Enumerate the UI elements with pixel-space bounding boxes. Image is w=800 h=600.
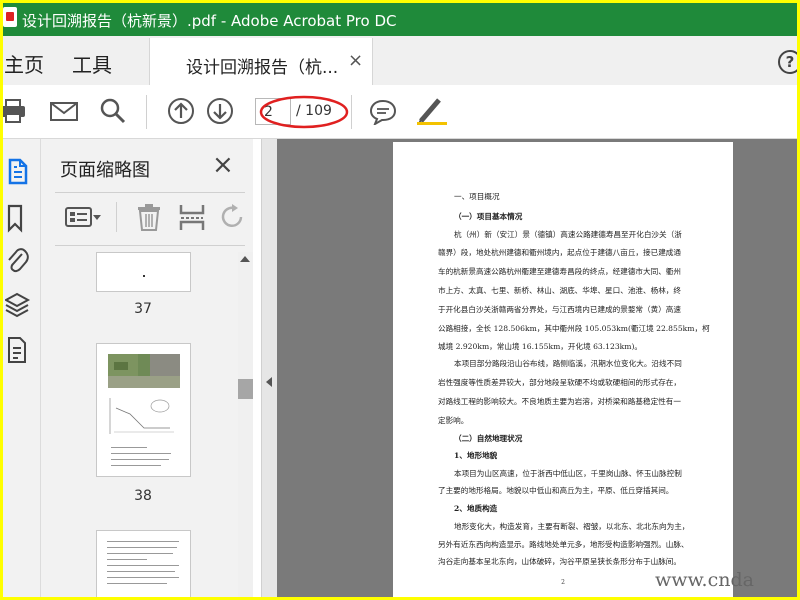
document-page: 一、项目概况 （一）项目基本情况 杭（州）新（安江）景（德镇）高速公路建德寿昌至… [393, 142, 733, 597]
page-total: / 109 [296, 103, 332, 119]
thumbnail-cross-section-diagram [109, 398, 174, 434]
page-number-input[interactable] [256, 99, 290, 124]
collapse-arrow-icon[interactable] [266, 377, 272, 387]
panel-divider [55, 192, 245, 193]
panel-collapse-handle[interactable] [261, 139, 277, 597]
toolbar: / 109 [3, 85, 797, 139]
thumbnail-text-line [107, 547, 177, 548]
crop-icon[interactable] [178, 202, 206, 232]
navigation-rail [3, 139, 41, 597]
comment-icon[interactable] [368, 97, 398, 125]
document-text-line: 于开化县白沙关浙赣两省分界处，与江西境内已建成的景婺常（黄）高速 [438, 305, 681, 314]
layers-icon[interactable] [5, 291, 31, 321]
document-text-line: 城境 2.920km，常山境 16.155km，开化境 63.123km)。 [438, 342, 643, 351]
document-tab-label: 设计回溯报告（杭... [186, 58, 339, 78]
thumbnail-text-line [111, 459, 169, 460]
help-icon[interactable]: ? [778, 50, 797, 74]
document-text-line: 对路线工程的影响较大。不良地质主要为岩溶，对桥梁和路基稳定性有一 [438, 397, 681, 406]
document-text-line: 赣界）段，地处杭州建德和衢州境内，起点位于建德八亩丘，接已建成通 [438, 248, 681, 257]
thumbnail-photo [108, 354, 180, 388]
document-text-line: 本项目部分路段沿山谷布线，路侧临溪，汛期水位变化大。沿线不同 [454, 359, 682, 368]
document-text-line: 本项目为山区高速，位于浙西中低山区，千里岗山脉、怀玉山脉控制 [454, 469, 682, 478]
thumbnail-mark [143, 275, 145, 277]
page-thumbnail-label: 38 [134, 488, 152, 504]
tab-bar: 主页 工具 设计回溯报告（杭... × ? [3, 36, 797, 86]
scrollbar-thumb[interactable] [238, 379, 253, 399]
watermark-text: www.cnda [655, 569, 754, 591]
page-thumbnail-38[interactable] [96, 343, 191, 477]
thumbnail-text-line [107, 577, 179, 578]
rotate-icon[interactable] [219, 202, 247, 232]
document-text-line: 地形变化大，构造发育，主要有断裂、褶皱，以北东、北北东向为主， [454, 522, 690, 531]
toolbar-separator [146, 95, 147, 129]
next-page-icon[interactable] [206, 97, 234, 125]
email-icon[interactable] [49, 97, 79, 125]
tab-tools[interactable]: 工具 [72, 49, 112, 78]
document-subheading: 2、地质构造 [454, 504, 498, 513]
acrobat-logo-icon [3, 7, 17, 27]
thumbnail-text-line [107, 553, 173, 554]
document-subheading: （二）自然地理状况 [454, 434, 523, 443]
thumbnail-text-line [111, 447, 147, 448]
thumbnail-options-icon[interactable] [63, 202, 103, 232]
close-tab-icon[interactable]: × [348, 50, 363, 71]
page-thumbnail-label: 37 [134, 301, 152, 317]
close-panel-icon[interactable]: × [212, 152, 234, 178]
document-text-line: 车的杭新景高速公路杭州衢建至建德寿昌段的终点，经建德市大同、衢州 [438, 267, 681, 276]
thumbnail-text-line [107, 565, 179, 566]
document-subheading: 1、地形地貌 [454, 451, 498, 460]
document-properties-icon[interactable] [5, 335, 29, 365]
tab-home[interactable]: 主页 [4, 49, 44, 78]
thumbnail-scrollbar[interactable] [238, 252, 253, 597]
document-text-line: 了主要的地形格局。地貌以中低山和高丘为主，平原、低丘穿插其间。 [438, 486, 674, 495]
document-text-line: 岩性强度等性质差异较大，部分地段呈软硬不均或软硬相间的形式存在， [438, 378, 681, 387]
search-icon[interactable] [99, 97, 127, 125]
panel-separator [116, 202, 117, 232]
page-thumbnail-37[interactable] [96, 252, 191, 292]
document-subheading: （一）项目基本情况 [454, 212, 523, 221]
bookmark-icon[interactable] [5, 203, 27, 233]
page-thumbnails-panel: 页面缩略图 × 37 38 [41, 139, 253, 597]
thumbnail-text-line [107, 583, 167, 584]
thumbnail-text-line [111, 465, 161, 466]
document-text-line: 另外有近东西向构造显示。路线地处单元多，地形受构造影响强烈。山脉、 [438, 540, 689, 549]
attachment-icon[interactable] [5, 245, 29, 275]
thumbnail-text-line [111, 453, 171, 454]
thumbnail-list: 37 38 [41, 252, 238, 597]
page-thumbnail-39[interactable] [96, 530, 191, 597]
document-text-line: 定影响。 [438, 416, 469, 425]
document-heading: 一、项目概况 [454, 192, 500, 201]
document-text-line: 沟谷走向基本呈北东向，山体破碎，沟谷平原呈狭长条形分布于山脉间。 [438, 557, 681, 566]
document-text-line: 公路相接，全长 128.506km，其中衢州段 105.053km(衢江境 22… [438, 324, 710, 333]
acrobat-window: 设计回溯报告（杭新景）.pdf - Adobe Acrobat Pro DC 主… [3, 3, 797, 597]
delete-icon[interactable] [136, 202, 162, 232]
document-text-line: 市上方、太真、七里、新桥、林山、湖底、华埠、星口、池淮、杨林，终 [438, 286, 681, 295]
tab-document[interactable]: 设计回溯报告（杭... × [149, 38, 373, 85]
document-viewer[interactable]: 一、项目概况 （一）项目基本情况 杭（州）新（安江）景（德镇）高速公路建德寿昌至… [277, 139, 797, 597]
window-title: 设计回溯报告（杭新景）.pdf - Adobe Acrobat Pro DC [22, 12, 397, 30]
print-icon[interactable] [3, 97, 27, 125]
document-text-line: 杭（州）新（安江）景（德镇）高速公路建德寿昌至开化白沙关（浙 [454, 230, 682, 239]
highlight-pen-icon[interactable] [413, 97, 449, 125]
toolbar-separator [351, 95, 352, 129]
thumbnail-text-line [107, 571, 175, 572]
page-number-field[interactable] [255, 98, 291, 125]
title-bar: 设计回溯报告（杭新景）.pdf - Adobe Acrobat Pro DC [3, 3, 797, 36]
thumbnail-text-line [107, 559, 147, 560]
panel-title: 页面缩略图 [60, 160, 150, 181]
previous-page-icon[interactable] [167, 97, 195, 125]
thumbnail-text-line [107, 541, 179, 542]
page-thumbnails-icon[interactable] [5, 157, 29, 187]
panel-divider [55, 245, 245, 246]
scroll-up-arrow-icon[interactable] [240, 256, 250, 262]
